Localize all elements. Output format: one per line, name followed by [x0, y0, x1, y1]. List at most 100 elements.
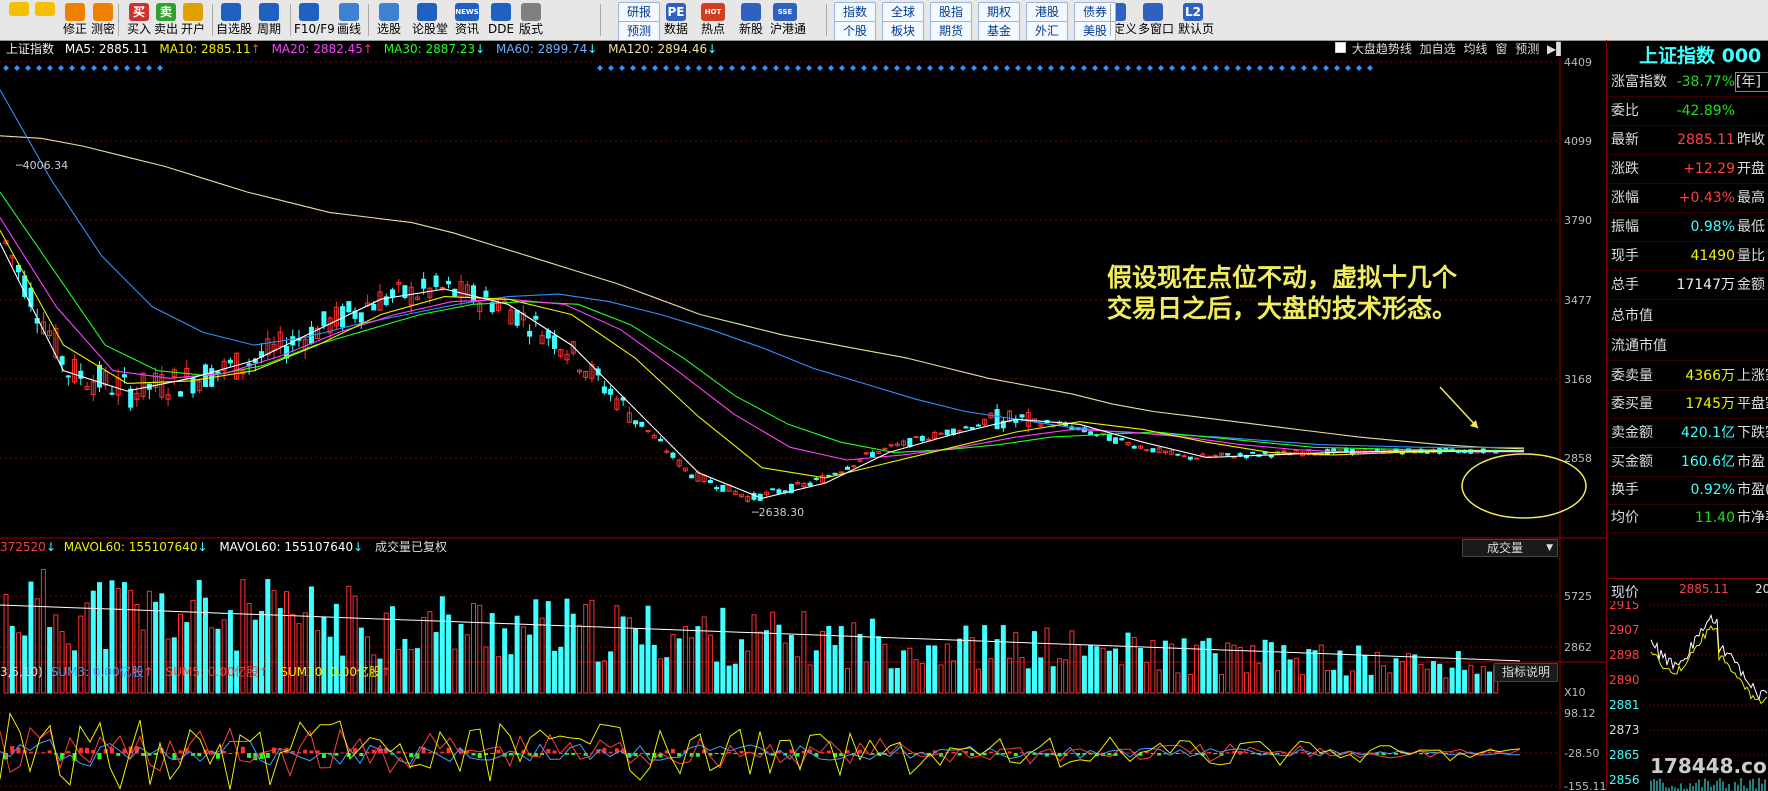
- toolbar-button-label: 新股: [738, 22, 763, 36]
- toolbar-small-button-9[interactable]: 基金: [978, 21, 1020, 40]
- mini-axis-label: 2865: [1609, 748, 1640, 762]
- volume-bar: [458, 623, 464, 694]
- home-icon: L2: [1183, 3, 1203, 21]
- quote-row: 总市值: [1607, 302, 1768, 331]
- toolbar-button-7[interactable]: 自选股: [216, 0, 253, 40]
- volume-bar: [1468, 664, 1474, 694]
- volume-bar: [720, 607, 726, 694]
- indicator-bar: [639, 753, 644, 754]
- volume-bar: [1219, 673, 1224, 694]
- volume-selector[interactable]: 成交量 ▼: [1462, 539, 1558, 557]
- volume-bar: [950, 660, 956, 694]
- volume-bar: [1075, 644, 1081, 694]
- volume-bar: [1050, 666, 1056, 694]
- candle-body: [851, 465, 857, 468]
- toolbar-button-label: 画线: [336, 22, 361, 36]
- volume-bar: [707, 634, 713, 694]
- signal-marker: [102, 65, 108, 71]
- toolbar-small-button-11[interactable]: 外汇: [1026, 21, 1068, 40]
- signal-marker: [1334, 65, 1340, 71]
- volume-bar: [969, 637, 975, 694]
- toolbar-small-button-6[interactable]: 股指: [930, 2, 972, 22]
- candle-body: [714, 487, 720, 490]
- volume-bar: [757, 631, 763, 694]
- toolbar-button-label: 修正: [62, 22, 87, 36]
- toolbar-button-17[interactable]: HOT 热点: [698, 0, 728, 40]
- toolbar-button-13[interactable]: NEWS 资讯: [452, 0, 482, 40]
- volume-bar: [9, 625, 15, 694]
- toolbar-small-button-3[interactable]: 个股: [834, 21, 876, 40]
- toolbar-small-button-1[interactable]: 预测: [618, 21, 660, 40]
- volume-bar: [944, 643, 950, 694]
- toolbar-button-21[interactable]: 多窗口: [1138, 0, 1174, 40]
- toolbar-button-10[interactable]: 画线: [334, 0, 364, 40]
- toolbar-button-label: 选股: [376, 22, 401, 36]
- toolbar-button-22[interactable]: L2 默认页: [1178, 0, 1214, 40]
- volume-bar: [770, 611, 776, 694]
- toolbar-button-19[interactable]: SSE HK 沪港通: [770, 0, 806, 40]
- quote-key: 换手: [1611, 482, 1639, 498]
- toolbar-button-4[interactable]: 买买入: [124, 0, 154, 40]
- toolbar-button-14[interactable]: DDE: [486, 0, 516, 40]
- toolbar-button-label: 数据: [663, 22, 688, 36]
- indicator-bar: [895, 752, 900, 754]
- toolbar-button-3[interactable]: 测密: [88, 0, 118, 40]
- quote-key-2: 最高: [1737, 190, 1765, 206]
- toolbar-small-button-7[interactable]: 期货: [930, 21, 972, 40]
- candle-body: [944, 429, 950, 436]
- indicator-bar: [409, 753, 414, 758]
- toolbar-button-8[interactable]: 周期: [254, 0, 284, 40]
- toolbar-button-9[interactable]: F10/F9: [294, 0, 335, 40]
- quote-key: 卖金额: [1611, 425, 1653, 441]
- signal-marker: [850, 65, 856, 71]
- toolbar-small-button-8[interactable]: 期权: [978, 2, 1020, 22]
- indicator-bar: [247, 753, 252, 758]
- signal-marker: [1103, 65, 1109, 71]
- signal-marker: [949, 65, 955, 71]
- volume-bar: [78, 615, 84, 694]
- volume-bar: [658, 658, 663, 694]
- volume-bar: [1125, 632, 1131, 694]
- toolbar-small-button-4[interactable]: 全球: [882, 2, 924, 22]
- toolbar-button-1[interactable]: [30, 0, 60, 40]
- quote-row: 振幅 0.98% 最低: [1607, 213, 1768, 242]
- signal-marker: [839, 65, 845, 71]
- chevron-down-icon: ▼: [1546, 543, 1553, 553]
- signal-marker: [608, 65, 614, 71]
- indicator-bar: [1013, 753, 1018, 757]
- volume-bar: [595, 661, 601, 694]
- toolbar-button-12[interactable]: 论股堂: [412, 0, 448, 40]
- toolbar-button-5[interactable]: 卖卖出: [151, 0, 181, 40]
- toolbar-button-6[interactable]: 开户: [178, 0, 208, 40]
- volume-bar: [520, 626, 526, 694]
- indicator-bar: [1275, 753, 1280, 754]
- toolbar-button-label: 资讯: [454, 22, 479, 36]
- indicator-bar: [496, 749, 501, 754]
- volume-bar: [1194, 644, 1200, 694]
- toolbar-small-button-5[interactable]: 板块: [882, 21, 924, 40]
- toolbar-button-11[interactable]: 选股: [374, 0, 404, 40]
- indicator-bar: [334, 753, 339, 756]
- volume-bar: [53, 614, 59, 694]
- quote-key: 均价: [1611, 510, 1639, 526]
- signal-marker: [58, 65, 64, 71]
- volume-bar: [726, 665, 732, 694]
- toolbar-small-button-10[interactable]: 港股: [1026, 2, 1068, 22]
- toolbar-button-2[interactable]: 修正: [60, 0, 90, 40]
- signal-marker: [938, 65, 944, 71]
- toolbar-small-button-0[interactable]: 研报: [618, 2, 660, 22]
- volume-bar: [1237, 646, 1243, 694]
- toolbar-button-label: 自选股: [216, 22, 253, 36]
- candle-body: [439, 286, 445, 289]
- toolbar-button-18[interactable]: 新股: [736, 0, 766, 40]
- chart-area[interactable]: 上证指数 MA5: 2885.11 MA10: 2885.11↑ MA20: 2…: [0, 40, 1606, 790]
- volume-bar: [1362, 655, 1368, 694]
- volume-bar: [695, 626, 701, 694]
- candle-body: [483, 290, 489, 298]
- toolbar-small-button-2[interactable]: 指数: [834, 2, 876, 22]
- volume-bar: [1449, 667, 1455, 694]
- toolbar-button-15[interactable]: 版式: [516, 0, 546, 40]
- toolbar-button-16[interactable]: PE 数据: [661, 0, 691, 40]
- low-price-label: ─2638.30: [751, 506, 804, 519]
- indicator-help-button[interactable]: 指标说明: [1494, 663, 1558, 682]
